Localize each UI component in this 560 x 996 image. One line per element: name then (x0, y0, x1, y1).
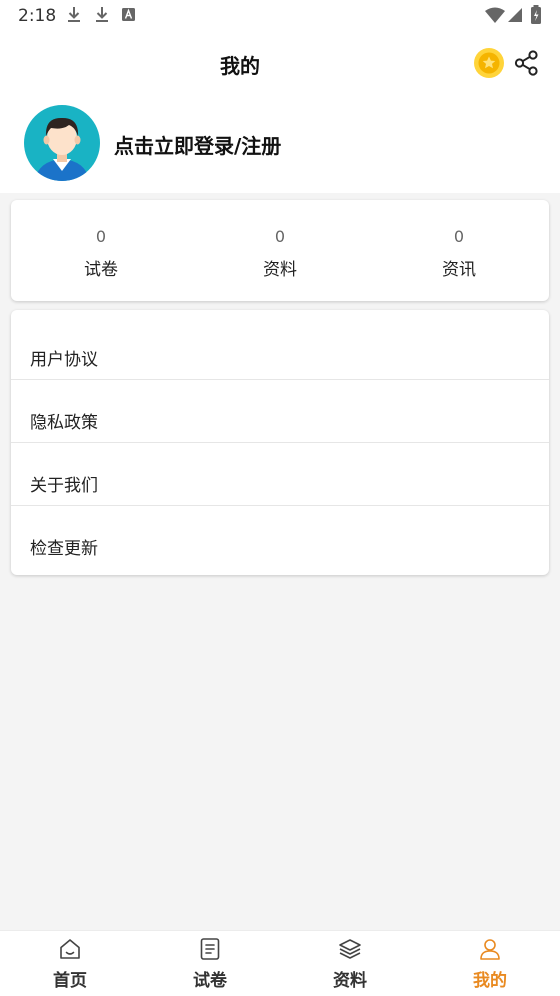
status-bar: 2:18 (0, 0, 560, 32)
tab-label: 首页 (53, 971, 87, 991)
tab-papers[interactable]: 试卷 (140, 931, 280, 996)
share-icon[interactable] (513, 49, 541, 77)
font-icon (122, 7, 136, 27)
stat-label: 试卷 (84, 260, 118, 280)
tab-label: 资料 (333, 971, 367, 991)
download-icon (66, 5, 82, 29)
battery-icon (530, 5, 542, 29)
profile-section[interactable]: 点击立即登录/注册 (0, 94, 560, 193)
menu-item-label: 隐私政策 (30, 413, 98, 433)
signal-icon (507, 7, 523, 27)
stats-card: 0 试卷 0 资料 0 资讯 (11, 200, 549, 301)
home-icon (58, 937, 82, 961)
menu-item-label: 关于我们 (30, 476, 98, 496)
wifi-icon (484, 7, 506, 29)
tab-home[interactable]: 首页 (0, 931, 140, 996)
header-bar: 我的 (0, 32, 560, 94)
stat-news[interactable]: 0 资讯 (399, 200, 519, 301)
avatar-icon[interactable] (24, 105, 100, 181)
menu-item-about-us[interactable]: 关于我们 (11, 443, 549, 506)
stat-papers[interactable]: 0 试卷 (41, 200, 161, 301)
menu-item-privacy-policy[interactable]: 隐私政策 (11, 380, 549, 443)
menu-item-user-agreement[interactable]: 用户协议 (11, 317, 549, 380)
stat-count: 0 (95, 227, 107, 246)
page-title: 我的 (220, 54, 260, 78)
stat-label: 资讯 (442, 260, 476, 280)
tab-materials[interactable]: 资料 (280, 931, 420, 996)
menu-item-label: 检查更新 (30, 539, 98, 559)
menu-item-check-update[interactable]: 检查更新 (11, 506, 549, 569)
bottom-tab-bar: 首页 试卷 资料 我的 (0, 930, 560, 996)
coin-icon[interactable] (473, 47, 505, 79)
status-time: 2:18 (18, 6, 57, 26)
stat-label: 资料 (263, 260, 297, 280)
stat-count: 0 (274, 227, 286, 246)
document-icon (198, 937, 222, 961)
menu-item-label: 用户协议 (30, 350, 98, 370)
layers-icon (338, 937, 362, 961)
stat-materials[interactable]: 0 资料 (220, 200, 340, 301)
user-icon (478, 937, 502, 961)
tab-mine[interactable]: 我的 (420, 931, 560, 996)
settings-menu: 用户协议 隐私政策 关于我们 检查更新 (11, 310, 549, 575)
tab-label: 试卷 (193, 971, 227, 991)
tab-label: 我的 (473, 971, 507, 991)
stat-count: 0 (453, 227, 465, 246)
download-icon (94, 5, 110, 29)
login-register-link[interactable]: 点击立即登录/注册 (114, 130, 281, 159)
